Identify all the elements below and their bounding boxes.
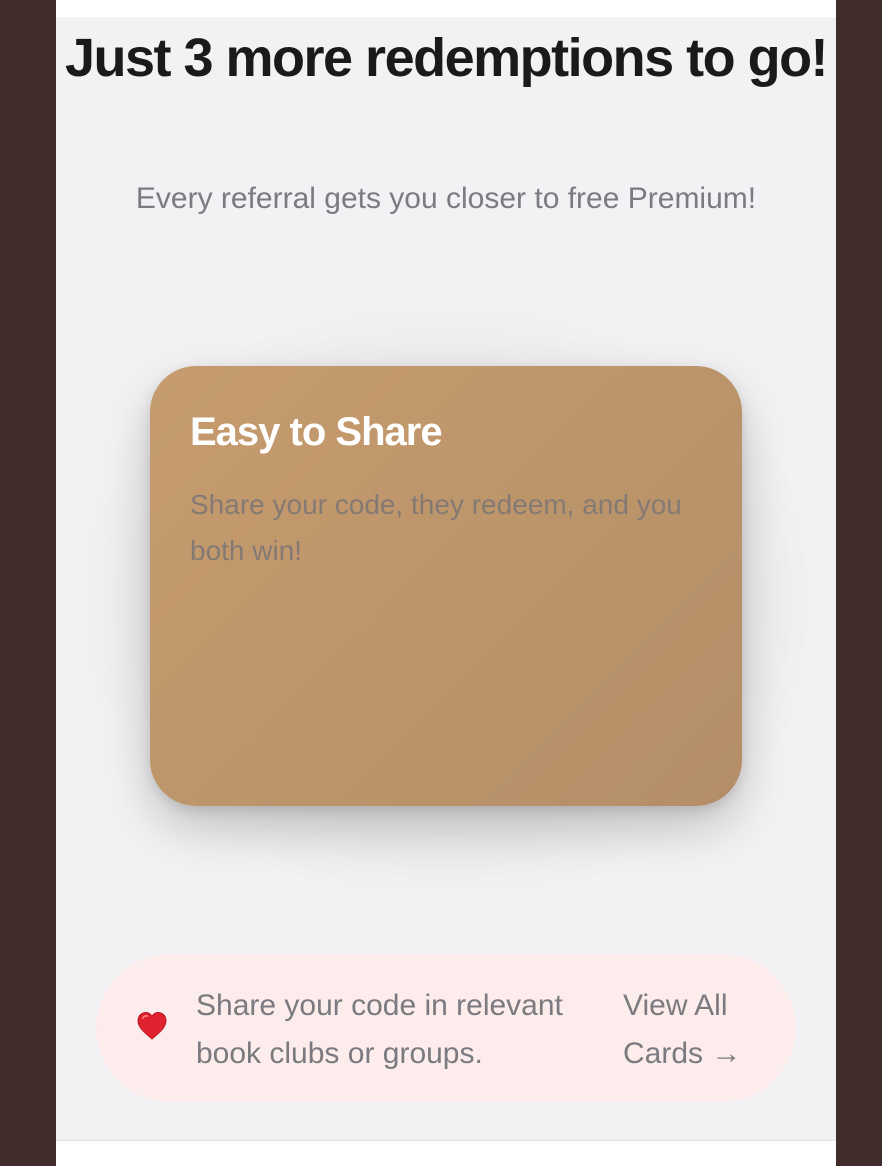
referral-panel: Just 3 more redemptions to go! Every ref… — [56, 0, 836, 1166]
feature-card[interactable]: Easy to Share Share your code, they rede… — [150, 366, 742, 806]
tip-banner: Share your code in relevant book clubs o… — [96, 954, 796, 1102]
heart-icon — [137, 1011, 167, 1040]
page-title: Just 3 more redemptions to go! — [64, 28, 829, 88]
top-bar — [56, 0, 836, 17]
bottom-bar — [56, 1140, 836, 1166]
page-subtitle: Every referral gets you closer to free P… — [135, 182, 757, 215]
view-all-cards-link[interactable]: View All Cards → — [623, 982, 773, 1078]
card-description: Share your code, they redeem, and you bo… — [190, 489, 682, 566]
tip-text: Share your code in relevant book clubs o… — [196, 989, 563, 1070]
card-title: Easy to Share — [190, 410, 443, 454]
